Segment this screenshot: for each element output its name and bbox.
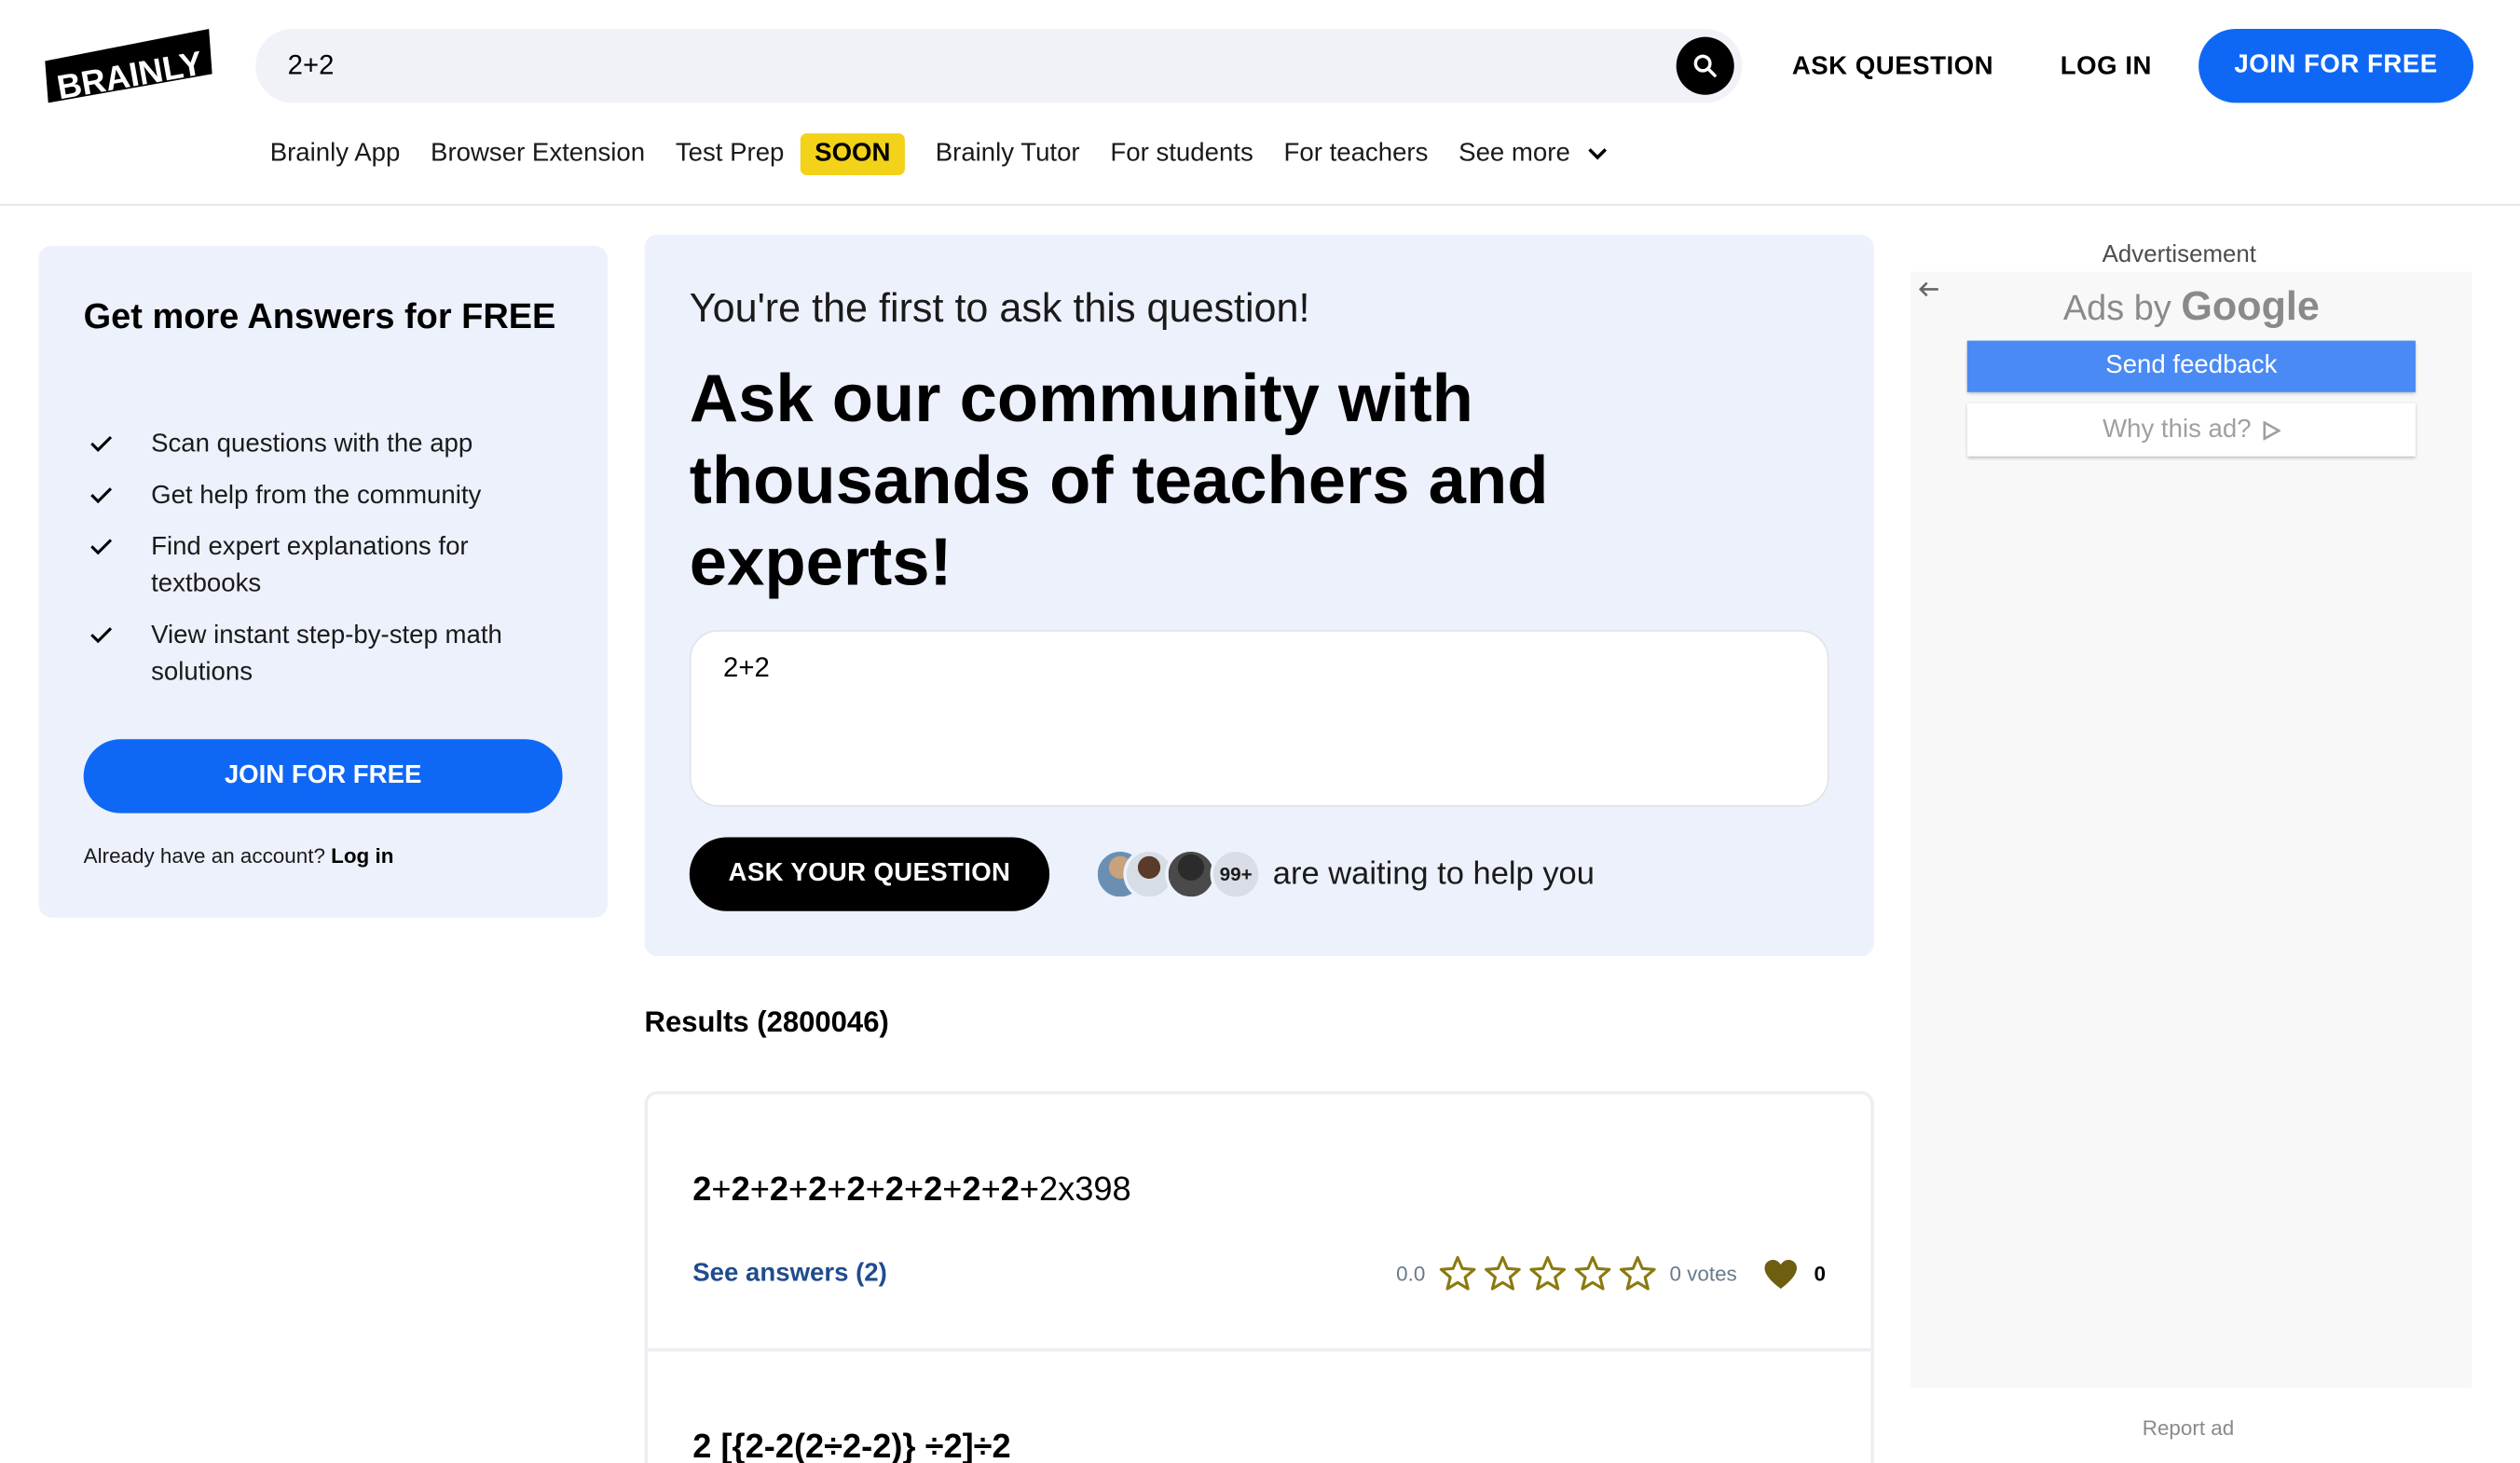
main-nav: Brainly App Browser Extension Test Prep … (270, 131, 1609, 176)
result-question[interactable]: 2+2+2+2+2+2+2+2+2+2x398 (692, 1171, 1130, 1210)
question-value: 2+2 (723, 652, 770, 683)
check-icon (90, 435, 113, 453)
q-term: 2 (962, 1171, 981, 1209)
check-icon (90, 539, 113, 555)
q-term: 2 (1000, 1171, 1020, 1209)
search-icon (1693, 54, 1717, 77)
star-icon[interactable] (1528, 1255, 1567, 1292)
panel-title: Get more Answers for FREE (83, 295, 556, 336)
q-term: 2 (808, 1171, 828, 1209)
ask-question-box: You're the first to ask this question! A… (644, 234, 1874, 957)
ad-container: Ads by Google Send feedback Why this ad? (1911, 271, 2472, 1388)
see-answers-link[interactable]: See answers (2) (692, 1260, 887, 1289)
panel-join-button[interactable]: JOIN FOR FREE (83, 739, 563, 814)
q-term: 2 (884, 1171, 904, 1209)
ads-by-text: Ads by (2062, 287, 2171, 328)
nav-see-more[interactable]: See more (1459, 140, 1609, 169)
votes-count: 0 votes (1669, 1261, 1737, 1286)
soon-badge: SOON (800, 133, 905, 175)
feature-item: View instant step-by-step math solutions (84, 617, 582, 690)
check-icon (90, 487, 113, 504)
star-icon[interactable] (1618, 1255, 1656, 1292)
nav-for-teachers[interactable]: For teachers (1284, 140, 1429, 169)
search-input[interactable]: 2+2 (288, 49, 335, 81)
ask-your-question-button[interactable]: ASK YOUR QUESTION (689, 837, 1050, 911)
helpers-count-badge: 99+ (1210, 848, 1262, 900)
q-op: + (711, 1171, 732, 1209)
result-card[interactable]: 2 [{2-2(2÷2-2)} ÷2]÷2 (644, 1347, 1874, 1463)
feature-label: Get help from the community (151, 482, 482, 510)
feature-item: Scan questions with the app (84, 426, 582, 463)
result-card[interactable]: 2+2+2+2+2+2+2+2+2+2x398 See answers (2) … (644, 1090, 1874, 1352)
star-icon[interactable] (1483, 1255, 1521, 1292)
q-op: + (788, 1171, 809, 1209)
nav-brainly-tutor[interactable]: Brainly Tutor (936, 140, 1080, 169)
send-feedback-button[interactable]: Send feedback (1966, 340, 2416, 392)
result-rating: 0.0 0 votes 0 (1396, 1255, 1826, 1292)
log-in-link[interactable]: LOG IN (2061, 53, 2152, 82)
brainly-logo[interactable]: BRAINLY (42, 29, 215, 103)
account-prompt: Already have an account? Log in (84, 843, 394, 868)
report-ad-link[interactable]: Report ad (2143, 1415, 2234, 1440)
waiting-text: are waiting to help you (1272, 856, 1595, 893)
feature-label: Scan questions with the app (151, 431, 473, 458)
site-header: BRAINLY 2+2 ASK QUESTION LOG IN JOIN FOR… (0, 0, 2520, 206)
q-term: 2 (731, 1171, 750, 1209)
star-icon[interactable] (1573, 1255, 1611, 1292)
get-more-answers-panel: Get more Answers for FREE Scan questions… (38, 245, 608, 918)
star-rating[interactable] (1438, 1255, 1657, 1292)
nav-test-prep[interactable]: Test Prep (676, 140, 785, 169)
avatar (1165, 848, 1217, 900)
q-op: + (903, 1171, 924, 1209)
advertisement-label: Advertisement (2102, 240, 2256, 268)
feature-item: Find expert explanations for textbooks (84, 528, 582, 602)
first-to-ask-text: You're the first to ask this question! (689, 285, 1310, 332)
results-title: Results (2800046) (644, 1005, 889, 1039)
ask-question-link[interactable]: ASK QUESTION (1792, 53, 1993, 82)
feature-label: Find expert explanations for textbooks (151, 533, 469, 598)
feature-list: Scan questions with the app Get help fro… (84, 426, 582, 705)
q-term: 2 (769, 1171, 789, 1209)
q-op: + (942, 1171, 963, 1209)
rating-value: 0.0 (1396, 1261, 1426, 1286)
chevron-down-icon (1588, 148, 1607, 160)
search-button[interactable] (1676, 36, 1734, 95)
why-ad-label: Why this ad? (2102, 415, 2252, 444)
q-op: + (749, 1171, 770, 1209)
heart-icon[interactable] (1762, 1257, 1798, 1289)
q-term: 2 (692, 1171, 712, 1209)
nav-for-students[interactable]: For students (1110, 140, 1253, 169)
account-prompt-text: Already have an account? (83, 843, 325, 868)
helper-avatars: 99+ (1094, 848, 1271, 904)
q-op: +2x398 (1019, 1171, 1131, 1209)
q-term: 2 (846, 1171, 866, 1209)
feature-item: Get help from the community (84, 477, 582, 514)
question-textarea[interactable]: 2+2 (689, 630, 1829, 807)
join-for-free-button[interactable]: JOIN FOR FREE (2198, 29, 2474, 103)
search-bar[interactable]: 2+2 (255, 29, 1743, 103)
info-play-icon (2263, 419, 2280, 440)
see-more-label: See more (1459, 140, 1570, 168)
nav-browser-extension[interactable]: Browser Extension (431, 140, 645, 169)
why-this-ad-button[interactable]: Why this ad? (1966, 403, 2416, 457)
result-question[interactable]: 2 [{2-2(2÷2-2)} ÷2]÷2 (692, 1429, 1010, 1463)
likes-count: 0 (1814, 1261, 1827, 1286)
panel-login-link[interactable]: Log in (331, 843, 393, 868)
q-op: + (980, 1171, 1001, 1209)
ask-headline: Ask our community with thousands of teac… (689, 360, 1549, 600)
star-icon[interactable] (1438, 1255, 1476, 1292)
q-op: + (827, 1171, 847, 1209)
q-op: + (865, 1171, 885, 1209)
feature-label: View instant step-by-step math solutions (151, 622, 502, 687)
check-icon (90, 627, 113, 644)
ads-by-google: Ads by Google (1911, 284, 2472, 331)
nav-brainly-app[interactable]: Brainly App (270, 140, 401, 169)
q-term: 2 (924, 1171, 943, 1209)
google-text: Google (2181, 284, 2320, 330)
